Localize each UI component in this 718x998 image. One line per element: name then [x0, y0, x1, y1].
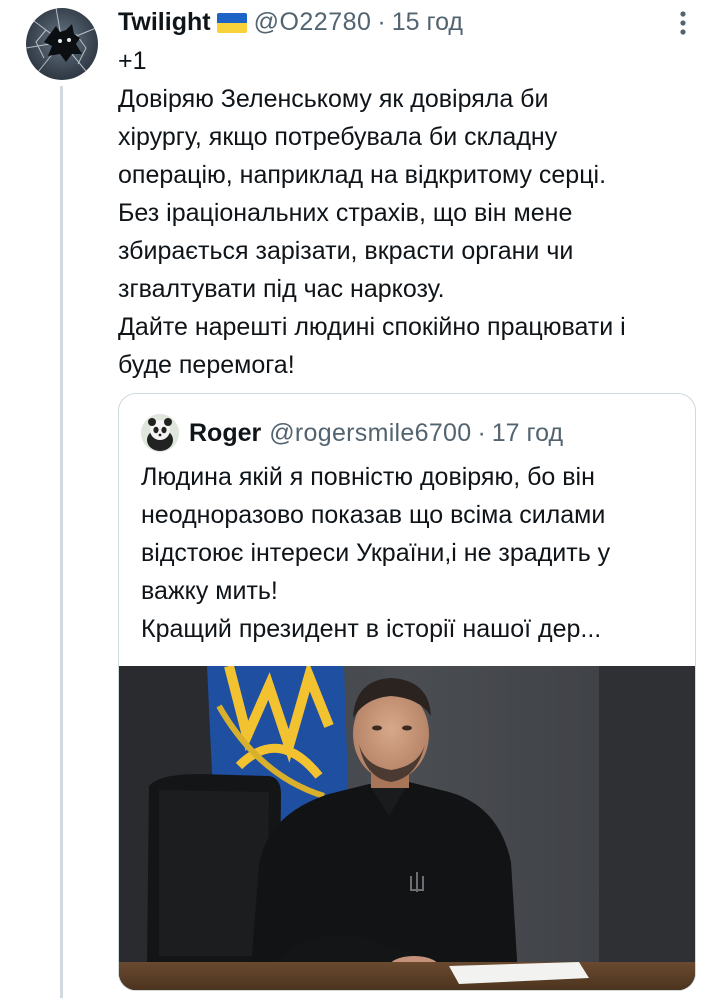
tweet-text-line: +1 — [118, 47, 147, 75]
quoted-tweet-header: Roger @rogersmile6700 · 17 год — [189, 414, 563, 452]
quoted-author-avatar[interactable] — [141, 414, 179, 452]
quoted-author-name[interactable]: Roger — [189, 419, 261, 448]
tweet-timestamp[interactable]: 15 год — [392, 8, 463, 37]
tweet-text-line: операцію, наприклад на відкритому серці. — [118, 161, 607, 189]
thread-line — [60, 86, 63, 998]
tweet-text-line: збирається зарізати, вкрасти органи чи — [118, 237, 574, 265]
more-options-button[interactable] — [668, 10, 698, 36]
tweet-text-line: хірургу, якщо потребувала би складну — [118, 123, 558, 151]
tweet-text-line: Без іраціональних страхів, що він мене — [118, 199, 573, 227]
quoted-text-line: Людина якій я повністю довіряю, бо він — [141, 463, 595, 491]
separator-dot: · — [477, 418, 486, 447]
tweet-text-line: Довіряю Зеленському як довіряла би — [118, 85, 549, 113]
quoted-text-line: відстоює інтереси України,і не зрадить у — [141, 539, 611, 567]
ukraine-flag-icon — [216, 13, 247, 33]
quoted-text-line: Кращий президент в історії нашої дер... — [141, 615, 602, 643]
panda-avatar-image — [141, 414, 179, 452]
quoted-tweet-photo[interactable] — [119, 666, 695, 990]
tweet-header: Twilight @O22780 · 15 год — [118, 2, 463, 42]
quoted-text-line: неодноразово показав що всіма силами — [141, 501, 606, 529]
tweet-text-line: згвалтувати під час наркозу. — [118, 275, 445, 303]
tweet-text-line: буде перемога! — [118, 351, 295, 379]
more-icon — [680, 11, 686, 35]
tweet-text-line: Дайте нарешті людині спокійно працювати … — [118, 313, 626, 341]
quoted-tweet-timestamp[interactable]: 17 год — [492, 419, 563, 448]
president-photo-image — [119, 666, 695, 990]
tweet-text: +1 Довіряю Зеленському як довіряла би хі… — [118, 42, 708, 384]
quoted-text-line: важку мить! — [141, 577, 278, 605]
quoted-author-handle[interactable]: @rogersmile6700 — [269, 419, 471, 448]
author-avatar[interactable] — [26, 8, 98, 80]
author-name[interactable]: Twilight — [118, 8, 211, 37]
quoted-tweet-text: Людина якій я повністю довіряю, бо він н… — [141, 458, 681, 648]
cracked-glass-avatar-image — [26, 8, 97, 77]
author-handle[interactable]: @O22780 — [254, 8, 372, 37]
separator-dot: · — [377, 7, 386, 36]
quoted-tweet-card[interactable]: Roger @rogersmile6700 · 17 год Людина як… — [118, 393, 696, 991]
